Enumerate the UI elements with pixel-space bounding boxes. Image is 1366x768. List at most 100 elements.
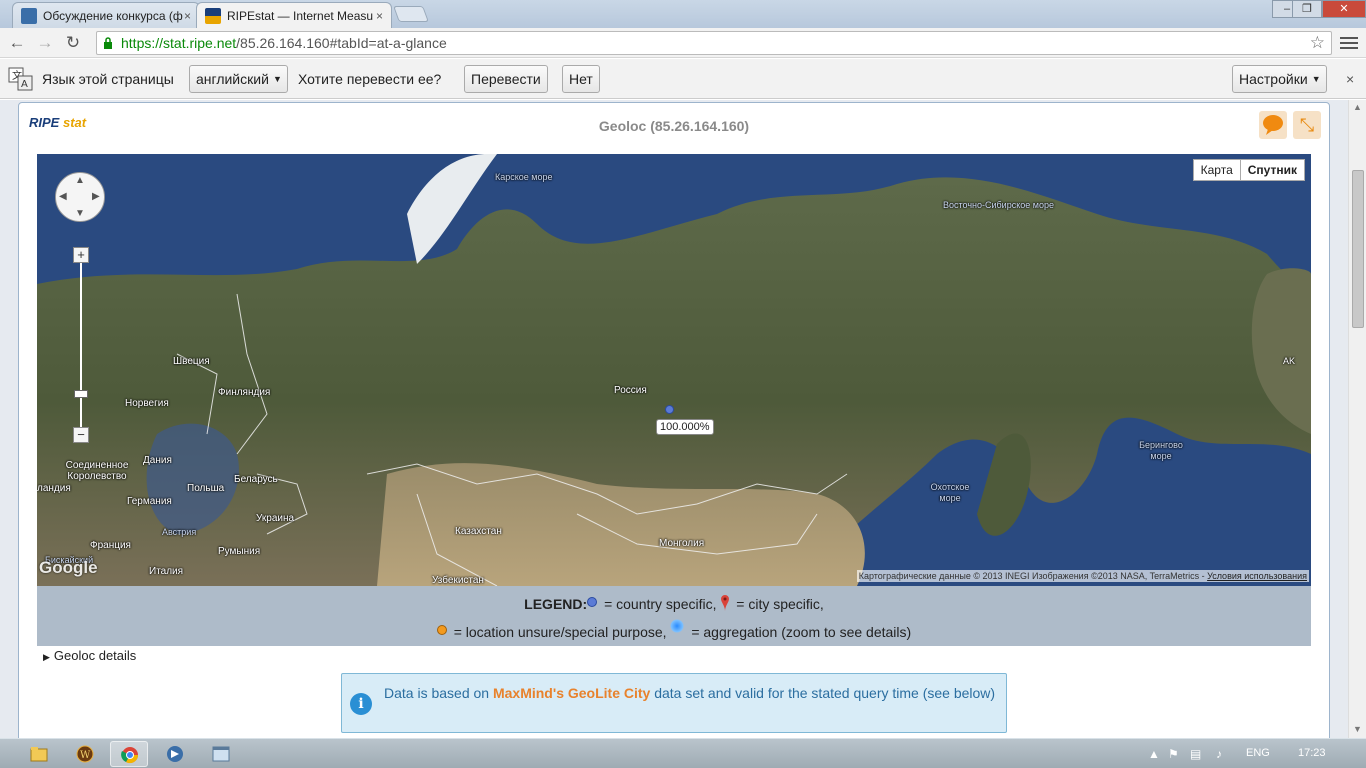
close-translate-icon[interactable]: × — [1346, 71, 1354, 87]
map-label: Польша — [187, 483, 225, 494]
satellite-imagery — [37, 154, 1311, 586]
map-label: Казахстан — [455, 526, 502, 537]
zoom-out-button[interactable]: − — [73, 427, 89, 443]
map-type-satellite-button[interactable]: Спутник — [1239, 160, 1304, 180]
screen: Обсуждение конкурса (ф × RIPEstat — Inte… — [0, 0, 1366, 768]
new-tab-button[interactable] — [393, 6, 429, 22]
maximize-button[interactable]: ❐ — [1292, 0, 1322, 18]
window-icon — [212, 746, 230, 762]
tab-ripestat[interactable]: RIPEstat — Internet Measu × — [196, 2, 392, 28]
zoom-track[interactable] — [80, 253, 82, 438]
map-label: Украина — [256, 513, 295, 524]
reload-icon[interactable]: ↻ — [62, 32, 84, 54]
site-favicon-icon — [21, 8, 37, 24]
scroll-up-icon[interactable]: ▲ — [1353, 102, 1362, 112]
marker-percentage-label: 100.000% — [656, 419, 714, 435]
network-icon[interactable]: ▤ — [1190, 747, 1201, 761]
expand-triangle-icon: ▶ — [43, 652, 50, 662]
map-label: Румыния — [218, 546, 261, 557]
map-label: Беларусь — [234, 474, 278, 485]
window-close-button[interactable]: ✕ — [1322, 0, 1366, 18]
scroll-down-icon[interactable]: ▼ — [1353, 724, 1362, 734]
svg-text:A: A — [21, 79, 28, 90]
pan-left-icon[interactable]: ◀ — [59, 192, 67, 202]
folder-icon — [30, 747, 48, 762]
language-prompt: Язык этой страницы — [42, 71, 174, 87]
pan-right-icon[interactable]: ▶ — [92, 192, 100, 202]
chrome-icon — [121, 747, 139, 764]
window-taskbar-button[interactable] — [202, 741, 240, 767]
app-icon — [167, 746, 183, 762]
legend-label: LEGEND: — [524, 596, 588, 612]
map-legend: LEGEND: = country specific, = city speci… — [37, 586, 1311, 646]
zoom-in-button[interactable]: + — [73, 247, 89, 263]
bookmark-star-icon[interactable]: ☆ — [1310, 32, 1325, 54]
map-label: Швеция — [173, 356, 210, 367]
legend-unsure: = location unsure/special purpose, — [453, 624, 667, 640]
collapse-button[interactable]: ⤡ — [1293, 111, 1321, 139]
map-label: Россия — [614, 385, 647, 396]
map-label: AK — [1283, 356, 1296, 366]
map-label: Германия — [127, 496, 172, 507]
svg-text:W: W — [80, 750, 91, 761]
vertical-scrollbar[interactable]: ▲ ▼ — [1348, 100, 1366, 738]
geoloc-map[interactable]: Карское море Восточно-Сибирское море Шве… — [37, 154, 1311, 586]
terms-link[interactable]: Условия использования — [1207, 571, 1307, 581]
back-arrow-icon[interactable]: ← — [6, 32, 28, 54]
geoloc-details-toggle[interactable]: ▶ Geoloc details — [43, 648, 136, 663]
info-icon: i — [350, 693, 372, 715]
google-logo[interactable]: Google — [39, 558, 98, 578]
show-hidden-icons-icon[interactable]: ▲ — [1148, 747, 1160, 761]
clock[interactable]: 17:23 — [1298, 747, 1326, 759]
country-dot-icon — [587, 597, 598, 607]
flag-icon[interactable]: ⚑ — [1168, 747, 1179, 761]
map-attribution: Картографические данные © 2013 INEGI Изо… — [856, 570, 1309, 582]
game-logo-icon: W — [76, 745, 94, 763]
city-pin-icon — [721, 595, 730, 611]
pan-up-icon[interactable]: ▲ — [75, 176, 85, 186]
tab-close-icon[interactable]: × — [184, 3, 191, 28]
map-label: Карское море — [495, 172, 553, 182]
map-type-control: Карта Спутник — [1192, 159, 1305, 181]
address-bar[interactable]: https://stat.ripe.net/85.26.164.160#tabI… — [96, 31, 1332, 55]
language-indicator[interactable]: ENG — [1246, 747, 1270, 759]
chrome-taskbar-button[interactable] — [110, 741, 148, 767]
app-taskbar-button[interactable] — [156, 741, 194, 767]
feedback-button[interactable] — [1259, 111, 1287, 139]
legend-aggregation: = aggregation (zoom to see details) — [691, 624, 912, 640]
maxmind-link[interactable]: MaxMind's GeoLite City — [493, 685, 650, 701]
widget-title: Geoloc (85.26.164.160) — [598, 118, 750, 134]
attribution-text: Картографические данные © 2013 INEGI Изо… — [858, 571, 1205, 581]
speech-bubble-icon — [1263, 115, 1283, 135]
tab-contest-discussion[interactable]: Обсуждение конкурса (ф × — [12, 2, 200, 28]
page-viewport: RIPE stat Geoloc (85.26.164.160) ⤡ Карск… — [0, 100, 1348, 738]
info-text: Data is based on MaxMind's GeoLite City … — [384, 684, 1002, 702]
wow-taskbar-button[interactable]: W — [66, 741, 104, 767]
ripe-favicon-icon — [205, 8, 221, 24]
translate-question: Хотите перевести ее? — [298, 71, 442, 87]
translate-settings-button[interactable]: Настройки ▼ — [1232, 65, 1327, 93]
dropdown-caret-icon: ▼ — [1311, 74, 1321, 84]
url-secure-part: https://stat.ripe.net — [121, 35, 237, 51]
tab-close-icon[interactable]: × — [376, 3, 383, 28]
tab-title: RIPEstat — Internet Measu — [227, 9, 374, 23]
zoom-slider-handle[interactable] — [74, 390, 88, 398]
language-value: английский — [196, 71, 269, 87]
volume-icon[interactable]: ♪ — [1216, 747, 1222, 761]
pan-down-icon[interactable]: ▼ — [75, 209, 85, 219]
language-select[interactable]: английский ▼ — [189, 65, 288, 93]
collapse-arrows-icon: ⤡ — [1299, 115, 1315, 135]
no-translate-button[interactable]: Нет — [562, 65, 600, 93]
translate-button[interactable]: Перевести — [464, 65, 548, 93]
explorer-taskbar-button[interactable] — [20, 741, 58, 767]
map-label: Монголия — [659, 538, 705, 549]
tab-title: Обсуждение конкурса (ф — [43, 9, 183, 23]
forward-arrow-icon[interactable]: → — [34, 32, 56, 54]
chrome-menu-icon[interactable] — [1340, 34, 1358, 52]
map-label: ландия — [37, 483, 71, 494]
country-marker[interactable] — [665, 405, 674, 414]
url-path: /85.26.164.160#tabId=at-a-glance — [236, 35, 447, 51]
map-type-map-button[interactable]: Карта — [1194, 160, 1240, 180]
scrollbar-thumb[interactable] — [1352, 170, 1364, 328]
pan-control[interactable]: ▲ ▼ ◀ ▶ — [55, 172, 105, 222]
